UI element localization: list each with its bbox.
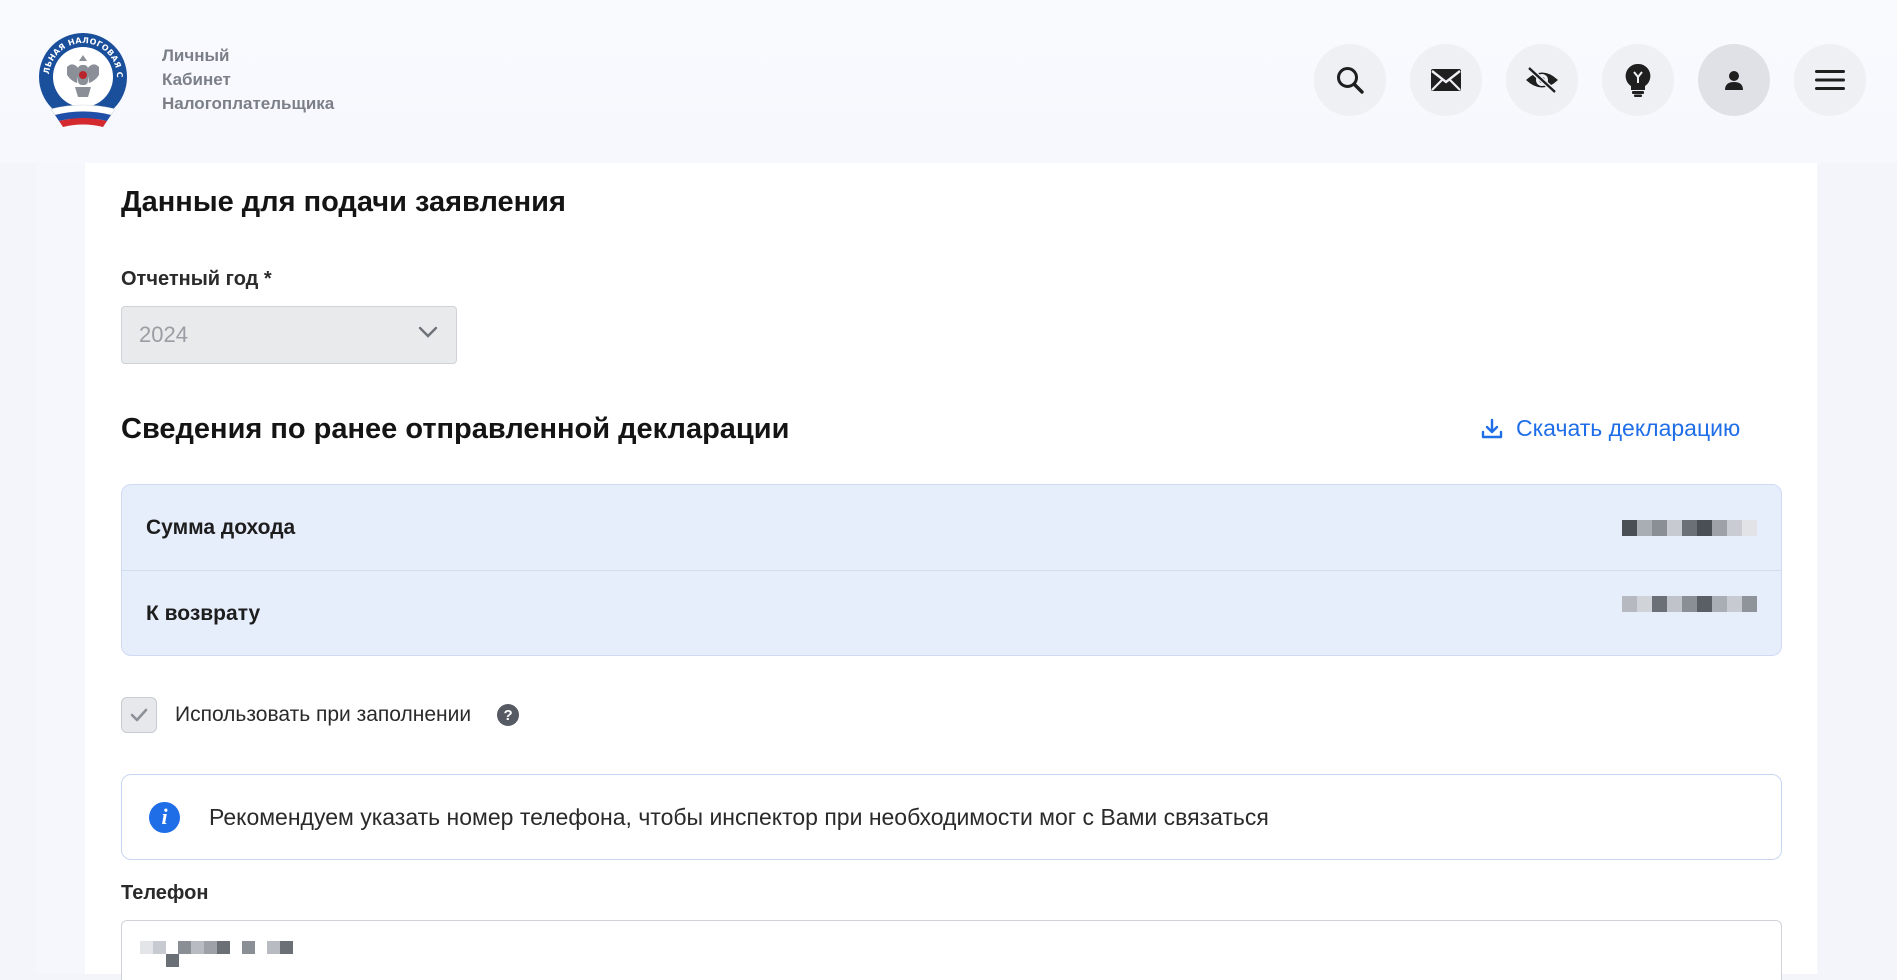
table-row: К возврату xyxy=(122,570,1781,655)
table-row: Сумма дохода xyxy=(122,485,1781,570)
refund-label: К возврату xyxy=(146,601,261,625)
download-icon xyxy=(1481,418,1503,438)
help-icon[interactable]: ? xyxy=(497,704,520,726)
menu-button[interactable] xyxy=(1794,44,1866,116)
income-sum-redacted-value xyxy=(1622,520,1757,536)
refund-redacted-value xyxy=(1622,596,1757,612)
info-icon: i xyxy=(149,801,180,833)
messages-button[interactable] xyxy=(1410,44,1482,116)
menu-icon xyxy=(1815,70,1845,90)
year-label: Отчетный год * xyxy=(121,268,272,290)
notice-text: Рекомендуем указать номер телефона, чтоб… xyxy=(209,803,1269,830)
phone-label: Телефон xyxy=(121,882,209,904)
phone-input[interactable] xyxy=(121,920,1782,980)
eye-off-icon xyxy=(1526,66,1558,94)
tips-button[interactable] xyxy=(1602,44,1674,116)
accessibility-button[interactable] xyxy=(1506,44,1578,116)
search-button[interactable] xyxy=(1314,44,1386,116)
user-icon xyxy=(1725,71,1743,90)
section-title-application: Данные для подачи заявления xyxy=(121,186,566,218)
year-select-value: 2024 xyxy=(139,322,188,347)
use-when-filling-label: Использовать при заполнении xyxy=(175,703,472,726)
brand-title[interactable]: Личный Кабинет Налогоплательщика xyxy=(162,44,334,116)
chevron-down-icon xyxy=(418,326,438,338)
mail-icon xyxy=(1431,69,1461,91)
phone-redacted-value xyxy=(140,941,293,954)
income-sum-label: Сумма дохода xyxy=(146,515,296,539)
download-declaration-link[interactable]: Скачать декларацию xyxy=(1480,415,1740,442)
lightbulb-icon xyxy=(1625,63,1651,97)
download-declaration-label: Скачать декларацию xyxy=(1516,415,1741,441)
search-icon xyxy=(1337,67,1364,94)
profile-button[interactable] xyxy=(1698,44,1770,116)
fns-logo[interactable]: ФЕДЕРАЛЬНАЯ НАЛОГОВАЯ СЛУЖБА xyxy=(32,24,129,129)
year-select[interactable]: 2024 xyxy=(121,306,457,364)
header: ФЕДЕРАЛЬНАЯ НАЛОГОВАЯ СЛУЖБА Личный Каби… xyxy=(0,0,1897,163)
brand-line-2: Кабинет xyxy=(162,70,231,89)
declaration-info-table: Сумма дохода К возврату xyxy=(121,484,1782,656)
brand-line-3: Налогоплательщика xyxy=(162,94,335,113)
brand-line-1: Личный xyxy=(162,46,230,65)
section-title-declaration: Сведения по ранее отправленной деклараци… xyxy=(121,413,790,445)
phone-redacted-pixel xyxy=(166,954,179,967)
checkmark-icon xyxy=(130,708,148,722)
use-when-filling-checkbox[interactable] xyxy=(121,697,157,733)
phone-recommendation-notice: i Рекомендуем указать номер телефона, чт… xyxy=(121,774,1782,860)
use-when-filling-row: Использовать при заполнении ? xyxy=(121,697,520,733)
